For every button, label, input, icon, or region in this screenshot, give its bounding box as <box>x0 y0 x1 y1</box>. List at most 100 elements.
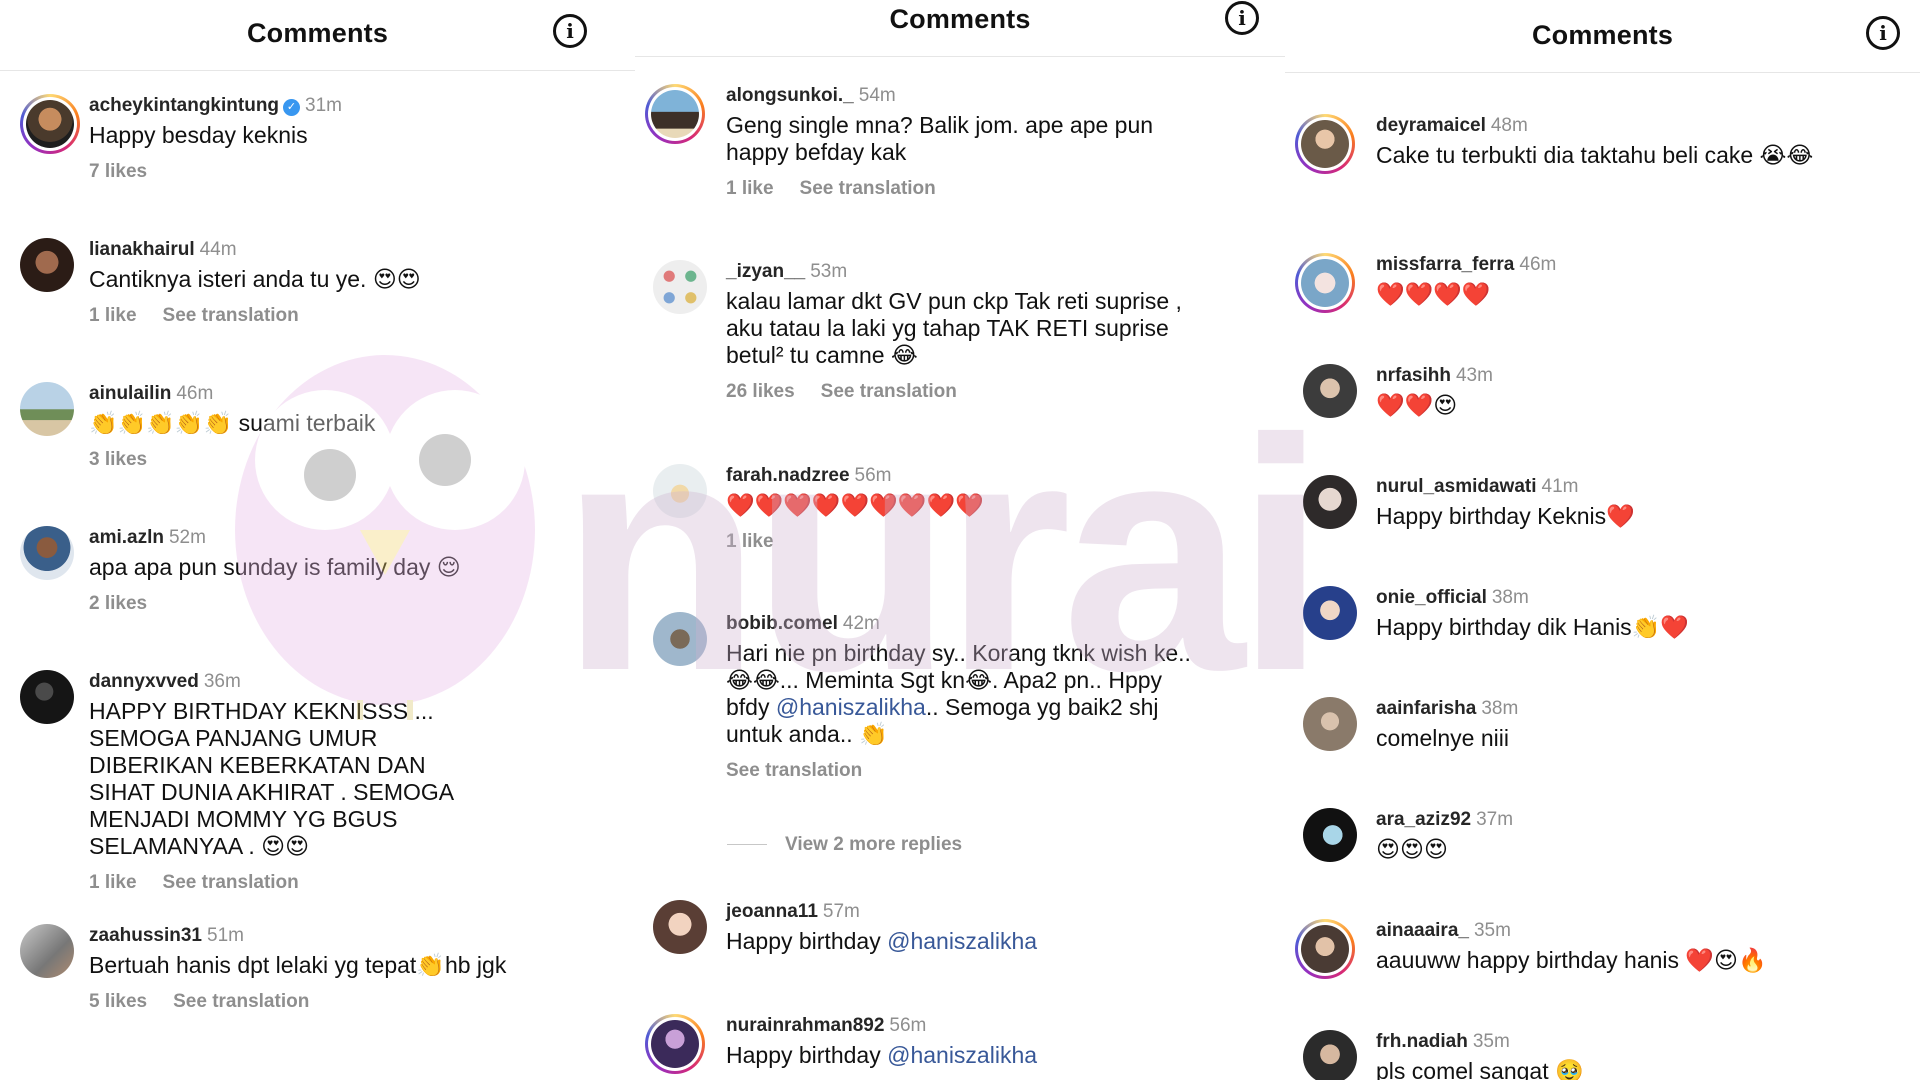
username[interactable]: acheykintangkintung <box>89 95 279 116</box>
avatar[interactable] <box>20 94 80 154</box>
likes-count[interactable]: 1 like <box>89 872 137 893</box>
comment-text: Happy besday keknis <box>89 122 308 148</box>
avatar[interactable] <box>20 382 74 436</box>
likes-count[interactable]: 1 like <box>726 178 774 199</box>
see-translation-link[interactable]: See translation <box>726 760 862 781</box>
comment-time: 38m <box>1491 587 1529 608</box>
username[interactable]: ainaaaira_ <box>1376 920 1469 941</box>
avatar[interactable] <box>653 260 707 314</box>
comment-time: 44m <box>199 239 237 260</box>
see-translation-link[interactable]: See translation <box>163 872 299 893</box>
comment-text: Hari nie pn birthday sy.. Korang tknk wi… <box>726 640 1191 747</box>
avatar[interactable] <box>20 526 74 580</box>
comment-time: 41m <box>1541 476 1579 497</box>
comment-time: 42m <box>842 613 880 634</box>
comment-time: 31m <box>305 95 342 116</box>
comment-time: 57m <box>822 901 860 922</box>
username[interactable]: missfarra_ferra <box>1376 254 1514 275</box>
avatar[interactable] <box>20 238 74 292</box>
comment-text: pls comel sangat 🥹 <box>1376 1058 1584 1080</box>
likes-count[interactable]: 2 likes <box>89 593 147 614</box>
username[interactable]: nurul_asmidawati <box>1376 476 1537 497</box>
comment-time: 36m <box>203 671 241 692</box>
comment-text: ❤️❤️❤️❤️ <box>1376 281 1491 307</box>
see-translation-link[interactable]: See translation <box>173 991 309 1012</box>
comment-time: 43m <box>1455 365 1493 386</box>
info-icon[interactable]: i <box>1225 1 1259 35</box>
avatar[interactable] <box>1295 919 1355 979</box>
comment-text: 😍😍😍 <box>1376 836 1448 862</box>
likes-count[interactable]: 7 likes <box>89 161 147 182</box>
likes-count[interactable]: 1 like <box>89 305 137 326</box>
comment-text: Happy birthday Keknis❤️ <box>1376 503 1635 529</box>
username[interactable]: deyramaicel <box>1376 115 1486 136</box>
info-icon[interactable]: i <box>553 14 587 48</box>
comment-time: 35m <box>1472 1031 1510 1052</box>
username[interactable]: bobib.comel <box>726 613 838 634</box>
username[interactable]: ainulailin <box>89 383 171 404</box>
comment-time: 48m <box>1490 115 1528 136</box>
avatar[interactable] <box>645 1014 705 1074</box>
mention-link[interactable]: @haniszalikha <box>887 1042 1037 1068</box>
avatar[interactable] <box>1303 1030 1357 1080</box>
avatar[interactable] <box>653 900 707 954</box>
comment-time: 46m <box>176 383 214 404</box>
likes-count[interactable]: 3 likes <box>89 449 147 470</box>
comments-panel-1: Comments i acheykintangkintung ✓ 31m Happy… <box>0 0 635 1080</box>
avatar[interactable] <box>1303 586 1357 640</box>
verified-badge-icon: ✓ <box>283 99 301 116</box>
avatar[interactable] <box>20 924 74 978</box>
comment-text: HAPPY BIRTHDAY KEKNISSS ... SEMOGA PANJA… <box>89 698 453 859</box>
avatar[interactable] <box>1303 475 1357 529</box>
username[interactable]: _izyan__ <box>726 261 805 282</box>
avatar[interactable] <box>645 84 705 144</box>
likes-count[interactable]: 26 likes <box>726 381 795 402</box>
comment-text: aauuww happy birthday hanis ❤️😍🔥 <box>1376 947 1767 973</box>
username[interactable]: farah.nadzree <box>726 465 850 486</box>
username[interactable]: ara_aziz92 <box>1376 809 1471 830</box>
comment-time: 35m <box>1473 920 1511 941</box>
username[interactable]: nurainrahman892 <box>726 1015 884 1036</box>
comment-text: kalau lamar dkt GV pun ckp Tak reti supr… <box>726 288 1182 368</box>
avatar[interactable] <box>1295 253 1355 313</box>
comment-text: Happy birthday dik Hanis👏❤️ <box>1376 614 1689 640</box>
avatar[interactable] <box>20 670 74 724</box>
avatar[interactable] <box>1303 697 1357 751</box>
mention-link[interactable]: @haniszalikha <box>887 928 1037 954</box>
avatar[interactable] <box>1295 114 1355 174</box>
view-more-replies-button[interactable]: View 2 more replies <box>727 834 962 856</box>
username[interactable]: frh.nadiah <box>1376 1031 1468 1052</box>
panel-title: Comments <box>246 18 389 48</box>
username[interactable]: onie_official <box>1376 587 1487 608</box>
likes-count[interactable]: 1 like <box>726 531 774 552</box>
mention-link[interactable]: @haniszalikha <box>776 694 926 720</box>
username[interactable]: zaahussin31 <box>89 925 202 946</box>
see-translation-link[interactable]: See translation <box>800 178 936 199</box>
comment-text: Happy birthday @haniszalikha <box>726 928 1038 954</box>
info-icon[interactable]: i <box>1866 16 1900 50</box>
comments-panel-2: Comments i alongsunkoi._ 54m Geng single … <box>635 0 1285 1080</box>
panel-header: Comments i <box>1285 0 1920 73</box>
avatar[interactable] <box>1303 364 1357 418</box>
avatar[interactable] <box>1303 808 1357 862</box>
username[interactable]: alongsunkoi._ <box>726 85 854 106</box>
username[interactable]: dannyxvved <box>89 671 199 692</box>
username[interactable]: jeoanna11 <box>726 901 818 922</box>
comments-panel-3: Comments i deyramaicel 48m Cake tu terbuk… <box>1285 0 1920 1080</box>
comment-text: Happy birthday @haniszalikha <box>726 1042 1038 1068</box>
likes-count[interactable]: 5 likes <box>89 991 147 1012</box>
comment-time: 38m <box>1481 698 1519 719</box>
avatar[interactable] <box>653 612 707 666</box>
comment-time: 54m <box>858 85 896 106</box>
username[interactable]: lianakhairul <box>89 239 195 260</box>
avatar[interactable] <box>653 464 707 518</box>
see-translation-link[interactable]: See translation <box>821 381 957 402</box>
panel-header: Comments i <box>635 0 1285 57</box>
username[interactable]: ami.azln <box>89 527 164 548</box>
comment-time: 56m <box>889 1015 927 1036</box>
comment-text: apa apa pun sunday is family day 😌 <box>89 554 461 580</box>
username[interactable]: nrfasihh <box>1376 365 1451 386</box>
comment-text: Geng single mna? Balik jom. ape ape pun … <box>726 112 1154 165</box>
username[interactable]: aainfarisha <box>1376 698 1476 719</box>
see-translation-link[interactable]: See translation <box>163 305 299 326</box>
